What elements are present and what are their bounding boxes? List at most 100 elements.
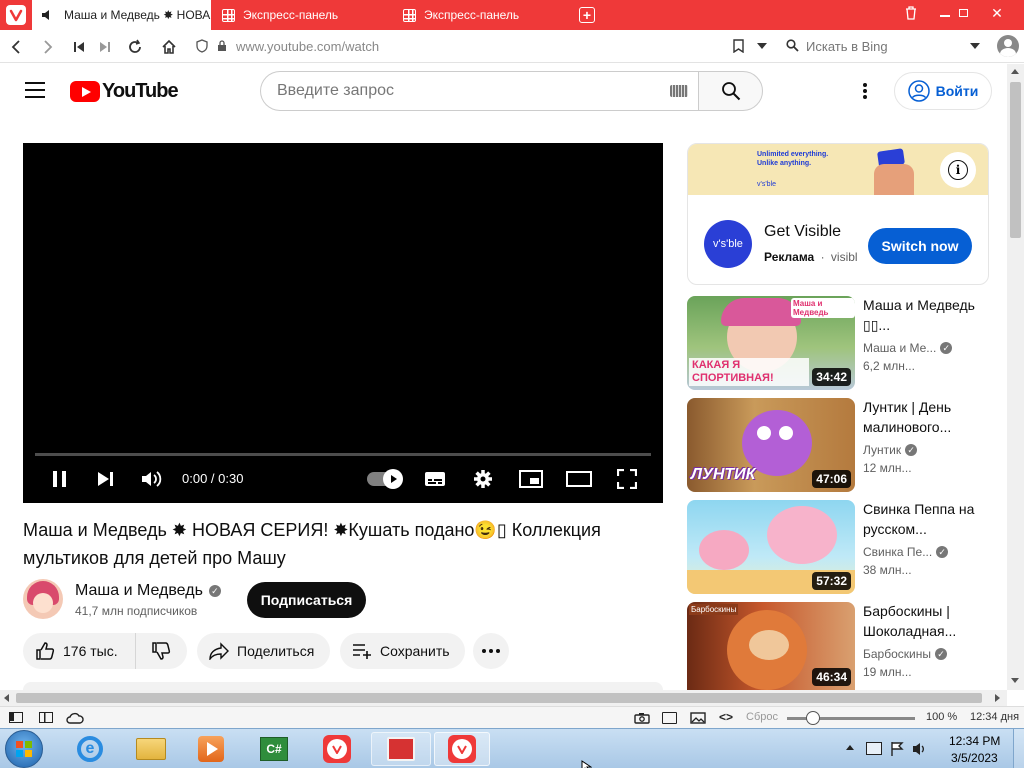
restore-button[interactable] [948,0,978,26]
scroll-up-icon[interactable] [1011,69,1019,74]
back-icon[interactable] [5,36,27,58]
scroll-right-icon[interactable] [995,694,1000,702]
dislike-button[interactable] [136,633,186,669]
chevron-down-icon[interactable] [757,43,767,49]
scroll-down-icon[interactable] [1011,678,1019,683]
signin-button[interactable]: Войти [894,72,992,110]
next-button[interactable] [94,466,116,492]
rec-thumbnail[interactable]: 57:32 [687,500,855,594]
scroll-left-icon[interactable] [4,694,9,702]
red-app-taskbar-icon[interactable] [371,732,431,766]
profile-avatar-icon[interactable] [997,35,1019,57]
taskbar-time[interactable]: 12:34 PM [949,734,1000,748]
rec-channel[interactable]: Свинка Пе... ✓ [863,545,949,559]
shield-icon[interactable] [196,39,208,58]
fullscreen-button[interactable] [614,466,640,492]
camera-icon[interactable] [634,712,650,727]
show-desktop-button[interactable] [1013,729,1024,768]
speaker-icon[interactable] [40,8,54,22]
horizontal-scroll-thumb[interactable] [16,693,982,703]
rec-title[interactable]: Барбоскины | Шоколадная... [863,601,998,641]
youtube-search-input[interactable]: Введите запрос [260,71,698,111]
flag-icon[interactable] [890,741,904,762]
vivaldi-menu-button[interactable] [6,5,26,25]
rec-thumbnail[interactable]: ЛУНТИК 47:06 [687,398,855,492]
zoom-reset-label[interactable]: Сброс [746,711,778,723]
miniplayer-button[interactable] [518,466,544,492]
rec-channel[interactable]: Барбоскины ✓ [863,647,947,661]
rec-title[interactable]: Маша и Медведь ▯▯... [863,295,998,335]
bing-search-field[interactable]: Искать в Bing [780,35,990,57]
rec-channel[interactable]: Лунтик ✓ [863,443,918,457]
ad-logo[interactable]: v's'ble [704,220,752,268]
trash-icon[interactable] [896,0,926,26]
save-button[interactable]: Сохранить [340,633,465,669]
reload-icon[interactable] [124,36,146,58]
tiling-icon[interactable] [39,712,53,723]
tab-express-panel-2[interactable]: Экспресс-панель [395,0,573,30]
ad-cta-button[interactable]: Switch now [868,228,972,264]
youtube-logo[interactable]: YouTube [70,80,179,103]
subtitles-button[interactable] [422,466,448,492]
zoom-slider-thumb[interactable] [806,711,820,725]
channel-name[interactable]: Маша и Медведь ✓ [75,582,221,600]
rec-title[interactable]: Свинка Пеппа на русском... [863,499,998,539]
zoom-slider[interactable] [787,711,915,725]
autoplay-toggle[interactable] [366,466,403,492]
url-field[interactable]: www.youtube.com/watch [236,39,379,54]
speed-dial-icon [403,8,416,22]
start-button[interactable] [5,730,43,768]
rec-duration: 46:34 [812,668,851,686]
ad-info-button[interactable]: i [940,152,976,188]
csharp-app-icon[interactable]: C# [248,732,300,766]
channel-avatar[interactable] [23,579,63,619]
close-window-button[interactable]: ✕ [982,0,1012,26]
internet-explorer-icon[interactable]: e [64,732,116,766]
more-options-icon[interactable] [863,83,867,99]
rec-title[interactable]: Лунтик | День малинового... [863,397,998,437]
tray-expand-icon[interactable] [846,745,854,750]
image-icon[interactable] [690,712,706,727]
theater-mode-button[interactable] [565,466,593,492]
video-player[interactable] [23,143,663,503]
panel-toggle-icon[interactable] [9,712,23,723]
like-button[interactable]: 176 тыс. [23,633,136,669]
home-icon[interactable] [158,36,180,58]
youtube-search-button[interactable] [698,71,763,111]
ad-card[interactable]: Unlimited everything. Unlike anything. v… [687,143,989,285]
vivaldi-taskbar-icon[interactable] [311,732,363,766]
vivaldi-active-taskbar-icon[interactable] [434,732,490,766]
fast-forward-icon[interactable] [94,36,116,58]
more-actions-button[interactable] [473,633,509,669]
subscribe-button[interactable]: Подписаться [247,582,366,618]
tab-express-panel-1[interactable]: Экспресс-панель [214,0,392,30]
rec-thumbnail[interactable]: Маша и Медведь КАКАЯ Я СПОРТИВНАЯ! 34:42 [687,296,855,390]
code-icon[interactable]: <> [719,710,733,724]
window-icon[interactable] [662,712,677,724]
file-explorer-icon[interactable] [125,732,177,766]
taskbar-date[interactable]: 3/5/2023 [951,751,998,765]
tab-youtube[interactable]: Маша и Медведь ✸ НОВА [32,0,211,30]
horizontal-scrollbar[interactable] [0,690,1007,706]
volume-button[interactable] [140,466,164,492]
rec-thumbnail[interactable]: Барбоскины 46:34 [687,602,855,690]
new-tab-button[interactable]: + [579,7,595,23]
volume-tray-icon[interactable] [912,741,928,762]
guide-menu-icon[interactable] [25,82,45,98]
bookmark-icon[interactable] [733,39,744,58]
share-button[interactable]: Поделиться [197,633,330,669]
ad-banner[interactable]: Unlimited everything. Unlike anything. v… [688,144,988,195]
cloud-sync-icon[interactable] [66,712,84,727]
pause-button[interactable] [46,466,72,492]
forward-icon[interactable] [37,36,59,58]
media-player-icon[interactable] [185,732,237,766]
network-icon[interactable] [866,742,882,755]
chevron-down-icon[interactable] [970,43,980,49]
rec-channel[interactable]: Маша и Ме... ✓ [863,341,953,355]
settings-button[interactable] [470,466,496,492]
rewind-icon[interactable] [68,36,90,58]
vertical-scrollbar[interactable] [1007,64,1024,690]
vertical-scroll-thumb[interactable] [1010,82,1021,238]
progress-bar[interactable] [35,453,651,456]
keyboard-icon[interactable] [670,85,688,97]
